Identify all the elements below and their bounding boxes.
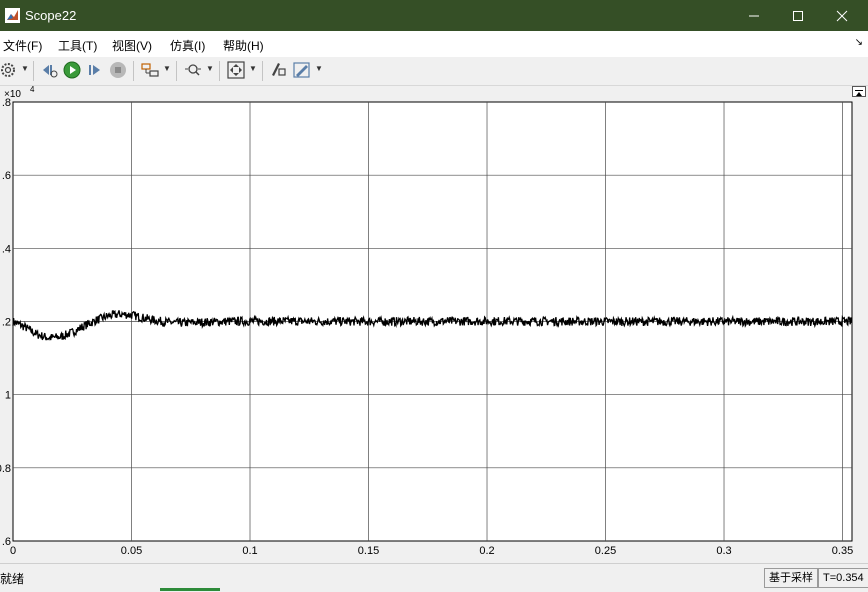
toolbar: ▼ ▼ ▼ ▼ ▼ bbox=[0, 57, 868, 86]
y-exponent-power: 4 bbox=[30, 86, 35, 94]
time-indicator: T=0.354 bbox=[818, 568, 868, 588]
y-exponent-label: ×10 bbox=[4, 89, 21, 100]
run-icon[interactable] bbox=[63, 61, 81, 79]
menu-simulation[interactable]: 仿真(I) bbox=[170, 37, 205, 54]
matlab-icon bbox=[5, 8, 20, 23]
sample-mode-indicator: 基于采样 bbox=[764, 568, 818, 588]
toolbar-separator bbox=[33, 61, 34, 81]
y-tick-label: 0.8 bbox=[0, 463, 11, 475]
toolbar-separator bbox=[219, 61, 220, 81]
autoscale-dropdown-icon[interactable]: ▼ bbox=[249, 64, 257, 73]
x-tick-label: 0.3 bbox=[716, 545, 731, 557]
triggers-icon[interactable] bbox=[293, 61, 311, 79]
maximize-icon bbox=[793, 10, 803, 21]
dock-arrow-icon[interactable]: ↘ bbox=[855, 37, 863, 48]
scope-plot[interactable]: 00.050.10.150.20.250.30.35.60.81.2.4.6.8… bbox=[0, 86, 868, 563]
x-tick-label: 0.1 bbox=[242, 545, 257, 557]
status-text: 就绪 bbox=[0, 572, 25, 586]
maximize-button[interactable] bbox=[776, 0, 820, 31]
zoom-icon[interactable] bbox=[184, 61, 202, 79]
x-tick-label: 0.15 bbox=[358, 545, 379, 557]
y-tick-label: .2 bbox=[2, 317, 11, 329]
title-bar: Scope22 bbox=[0, 0, 868, 31]
minimize-icon bbox=[749, 15, 759, 16]
y-tick-label: 1 bbox=[5, 390, 11, 402]
toolbar-separator bbox=[133, 61, 134, 81]
expand-up-icon bbox=[855, 90, 863, 96]
step-back-icon[interactable] bbox=[40, 61, 58, 79]
close-button[interactable] bbox=[820, 0, 864, 31]
x-tick-label: 0.05 bbox=[121, 545, 142, 557]
triggers-dropdown-icon[interactable]: ▼ bbox=[315, 64, 323, 73]
x-tick-label: 0.25 bbox=[595, 545, 616, 557]
highlight-block-icon[interactable] bbox=[269, 61, 287, 79]
stop-icon[interactable] bbox=[109, 61, 127, 79]
step-forward-icon[interactable] bbox=[86, 61, 104, 79]
y-tick-label: .6 bbox=[2, 536, 11, 548]
menu-bar: 文件(F) 工具(T) 视图(V) 仿真(I) 帮助(H) ↘ bbox=[0, 31, 868, 57]
x-tick-label: 0.35 bbox=[832, 545, 853, 557]
autoscale-icon[interactable] bbox=[227, 61, 245, 79]
minimize-button[interactable] bbox=[732, 0, 776, 31]
signal-selector-icon[interactable] bbox=[141, 61, 159, 79]
status-bar: 就绪 基于采样 T=0.354 bbox=[0, 563, 868, 592]
toolbar-separator bbox=[176, 61, 177, 81]
menu-file[interactable]: 文件(F) bbox=[3, 37, 42, 54]
window-title: Scope22 bbox=[25, 8, 77, 23]
scope-plot-area[interactable]: 00.050.10.150.20.250.30.35.60.81.2.4.6.8… bbox=[0, 86, 868, 563]
menu-tools[interactable]: 工具(T) bbox=[58, 37, 97, 54]
close-icon bbox=[836, 10, 848, 21]
signal-selector-dropdown-icon[interactable]: ▼ bbox=[163, 64, 171, 73]
menu-view[interactable]: 视图(V) bbox=[112, 37, 152, 54]
y-tick-label: .4 bbox=[2, 243, 11, 255]
zoom-dropdown-icon[interactable]: ▼ bbox=[206, 64, 214, 73]
settings-dropdown-icon[interactable]: ▼ bbox=[21, 64, 29, 73]
toolbar-separator bbox=[262, 61, 263, 81]
y-tick-label: .6 bbox=[2, 170, 11, 182]
settings-icon[interactable] bbox=[0, 61, 18, 79]
menu-help[interactable]: 帮助(H) bbox=[223, 37, 264, 54]
expand-axes-button[interactable] bbox=[852, 86, 866, 97]
x-tick-label: 0.2 bbox=[479, 545, 494, 557]
